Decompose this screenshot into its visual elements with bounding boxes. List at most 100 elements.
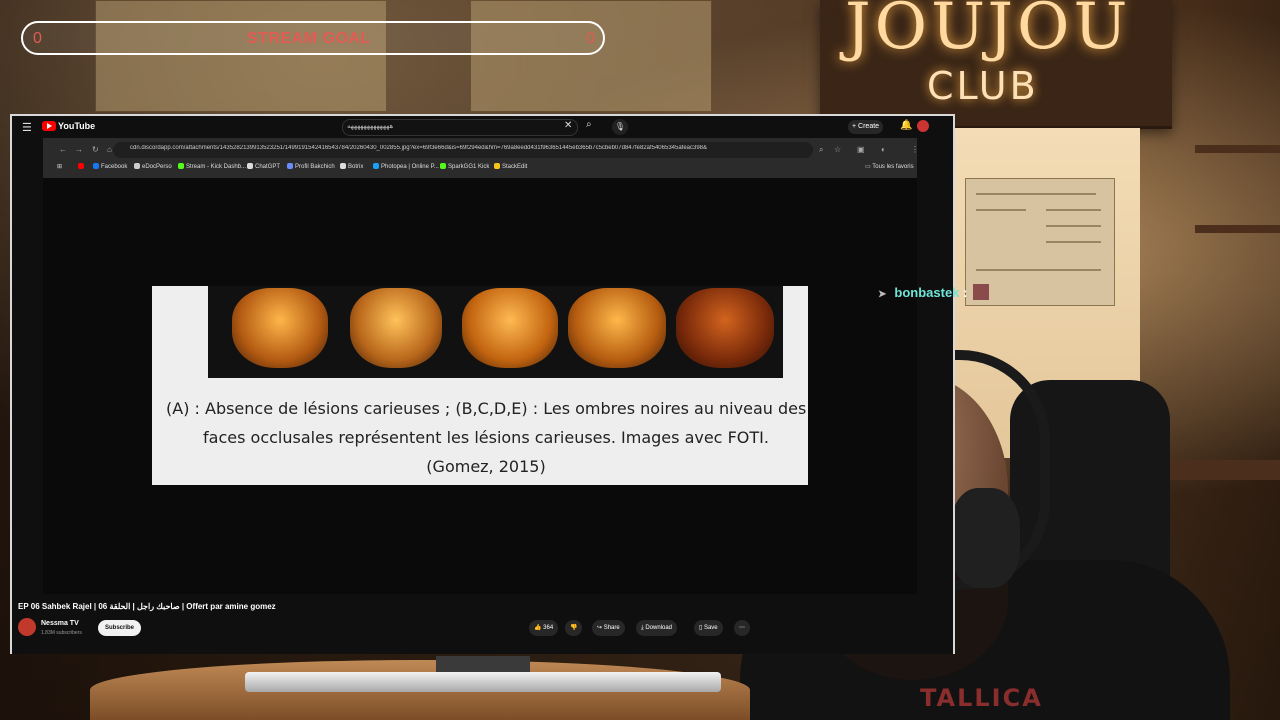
- download-label: Download: [645, 625, 673, 631]
- slide-image: (A) : Absence de lésions carieuses ; (B,…: [152, 286, 808, 485]
- youtube-logo-text[interactable]: YouTube: [58, 121, 95, 131]
- all-bookmarks-folder[interactable]: ▭ Tous les favoris: [865, 163, 914, 170]
- bookmark-item[interactable]: [78, 163, 86, 170]
- search-query: هههههههههههههه: [347, 123, 394, 130]
- emote-icon: [973, 284, 990, 300]
- caption-line: (A) : Absence de lésions carieuses ; (B,…: [166, 399, 807, 418]
- extensions-icon[interactable]: ▣: [857, 145, 865, 154]
- tooth-image-c: [462, 288, 558, 368]
- bookmark-label: SparkGG1 Kick: [448, 164, 490, 170]
- bookmark-item[interactable]: StackEdit: [494, 163, 527, 170]
- save-button[interactable]: ▯ Save: [694, 620, 723, 636]
- channel-avatar[interactable]: [18, 618, 36, 636]
- chat-arrow-icon: ➤: [878, 289, 887, 300]
- video-meta: EP 06 Sahbek Rajel | صاحبك راجل | الحلقة…: [12, 594, 953, 654]
- create-button[interactable]: + Create: [848, 120, 884, 134]
- teeth-photo-strip: [208, 286, 783, 378]
- browser-viewport: (A) : Absence de lésions carieuses ; (B,…: [43, 178, 917, 594]
- sidebar-icon[interactable]: ◐: [881, 145, 886, 154]
- sign-title: JOUJOU: [845, 0, 1132, 64]
- clear-search-icon[interactable]: ✕: [564, 120, 572, 131]
- caption-line: faces occlusales représentent les lésion…: [203, 428, 769, 447]
- video-title[interactable]: EP 06 Sahbek Rajel | صاحبك راجل | الحلقة…: [18, 602, 276, 611]
- forward-icon[interactable]: →: [75, 145, 83, 154]
- browser-chrome: ← → ↻ ⌂ cdn.discordapp.com/attachments/1…: [43, 138, 919, 178]
- bookmark-item[interactable]: eDocPerso: [134, 163, 172, 170]
- background-poster: [470, 0, 712, 112]
- shelf: [1195, 145, 1280, 153]
- caption-line: (Gomez, 2015): [426, 457, 546, 476]
- avatar[interactable]: [917, 120, 929, 132]
- monitor-stand: [436, 656, 530, 672]
- save-label: Save: [703, 625, 718, 631]
- share-icon: ↪: [597, 625, 604, 631]
- search-input[interactable]: هههههههههههههه: [342, 119, 578, 136]
- chat-message: ➤ bonbastek :: [878, 284, 990, 300]
- zoom-icon[interactable]: ⌕: [819, 145, 823, 155]
- tooth-image-e: [676, 288, 774, 368]
- star-icon[interactable]: ☆: [834, 145, 841, 154]
- menu-icon[interactable]: ☰: [22, 121, 32, 134]
- url-text: cdn.discordapp.com/attachments/143528213…: [130, 145, 708, 151]
- bookmark-item[interactable]: Botrix: [340, 163, 363, 170]
- more-actions-button[interactable]: ⋯: [734, 620, 750, 636]
- share-button[interactable]: ↪ Share: [592, 620, 625, 636]
- bookmark-item[interactable]: SparkGG1 Kick: [440, 163, 489, 170]
- shirt-print: TALLICA: [920, 684, 1043, 712]
- reload-icon[interactable]: ↻: [92, 145, 99, 154]
- slide-caption: (A) : Absence de lésions carieuses ; (B,…: [166, 394, 806, 481]
- chat-username: bonbastek: [894, 285, 960, 300]
- notifications-icon[interactable]: 🔔: [900, 120, 912, 131]
- monitor-base: [245, 672, 721, 692]
- like-button[interactable]: 👍 364: [529, 620, 559, 636]
- shelf: [1195, 225, 1280, 233]
- home-icon[interactable]: ⌂: [107, 145, 112, 154]
- channel-name[interactable]: Nessma TV: [41, 620, 79, 627]
- like-count: 364: [543, 625, 554, 631]
- bookmark-label: eDocPerso: [142, 164, 172, 170]
- goal-target: 0: [586, 30, 595, 47]
- thumbs-up-icon: 👍: [534, 625, 544, 631]
- create-label: Create: [858, 123, 880, 130]
- dislike-button[interactable]: 👎: [565, 620, 583, 636]
- background-poster: [95, 0, 387, 112]
- goal-label: STREAM GOAL: [247, 30, 371, 47]
- bookmark-item[interactable]: ChatGPT: [247, 163, 280, 170]
- search-icon[interactable]: ⌕: [586, 119, 600, 134]
- back-icon[interactable]: ←: [59, 145, 67, 154]
- more-icon[interactable]: ⋮: [911, 145, 919, 154]
- goal-current: 0: [33, 30, 42, 47]
- bookmark-label: Profil Bakchich: [295, 164, 335, 170]
- bookmark-label: Facebook: [101, 164, 128, 170]
- all-bookmarks-label: Tous les favoris: [872, 164, 914, 170]
- bookmark-item[interactable]: Photopea | Online P...: [373, 163, 439, 170]
- monitor-screen: ☰ YouTube هههههههههههههه ✕ ⌕ 🎙 + Create …: [10, 114, 955, 654]
- tooth-image-b: [350, 288, 442, 368]
- youtube-logo-icon[interactable]: [42, 121, 56, 131]
- bookmark-item[interactable]: Stream - Kick Dashb...: [178, 163, 246, 170]
- address-row: ← → ↻ ⌂ cdn.discordapp.com/attachments/1…: [43, 142, 919, 158]
- subscriber-count: 1.83M subscribers: [41, 630, 82, 636]
- microphone-icon[interactable]: 🎙: [612, 119, 628, 135]
- thumbs-down-icon: 👎: [570, 625, 578, 631]
- address-bar[interactable]: cdn.discordapp.com/attachments/143528213…: [113, 142, 813, 158]
- subscribe-button[interactable]: Subscribe: [98, 620, 142, 636]
- bookmark-label: Botrix: [348, 164, 364, 170]
- share-label: Share: [603, 625, 620, 631]
- headset-earcup: [950, 488, 1020, 588]
- download-button[interactable]: ⤓ Download: [636, 620, 678, 636]
- bookmark-label: ChatGPT: [255, 164, 281, 170]
- bookmarks-bar: ⊞ Facebook eDocPerso Stream - Kick Dashb…: [43, 160, 917, 176]
- bookmark-label: StackEdit: [502, 164, 528, 170]
- bookmark-label: Photopea | Online P...: [381, 164, 439, 170]
- bookmark-item[interactable]: Profil Bakchich: [287, 163, 335, 170]
- chat-separator: :: [963, 285, 968, 300]
- apps-icon[interactable]: ⊞: [57, 163, 62, 170]
- tooth-image-a: [232, 288, 328, 368]
- tooth-image-d: [568, 288, 666, 368]
- bookmark-item[interactable]: Facebook: [93, 163, 127, 170]
- stream-goal-bar: 0 STREAM GOAL 0: [21, 21, 605, 55]
- youtube-header: ☰ YouTube هههههههههههههه ✕ ⌕ 🎙 + Create …: [12, 116, 953, 138]
- bookmark-label: Stream - Kick Dashb...: [186, 164, 247, 170]
- sign-subtitle: CLUB: [927, 64, 1039, 108]
